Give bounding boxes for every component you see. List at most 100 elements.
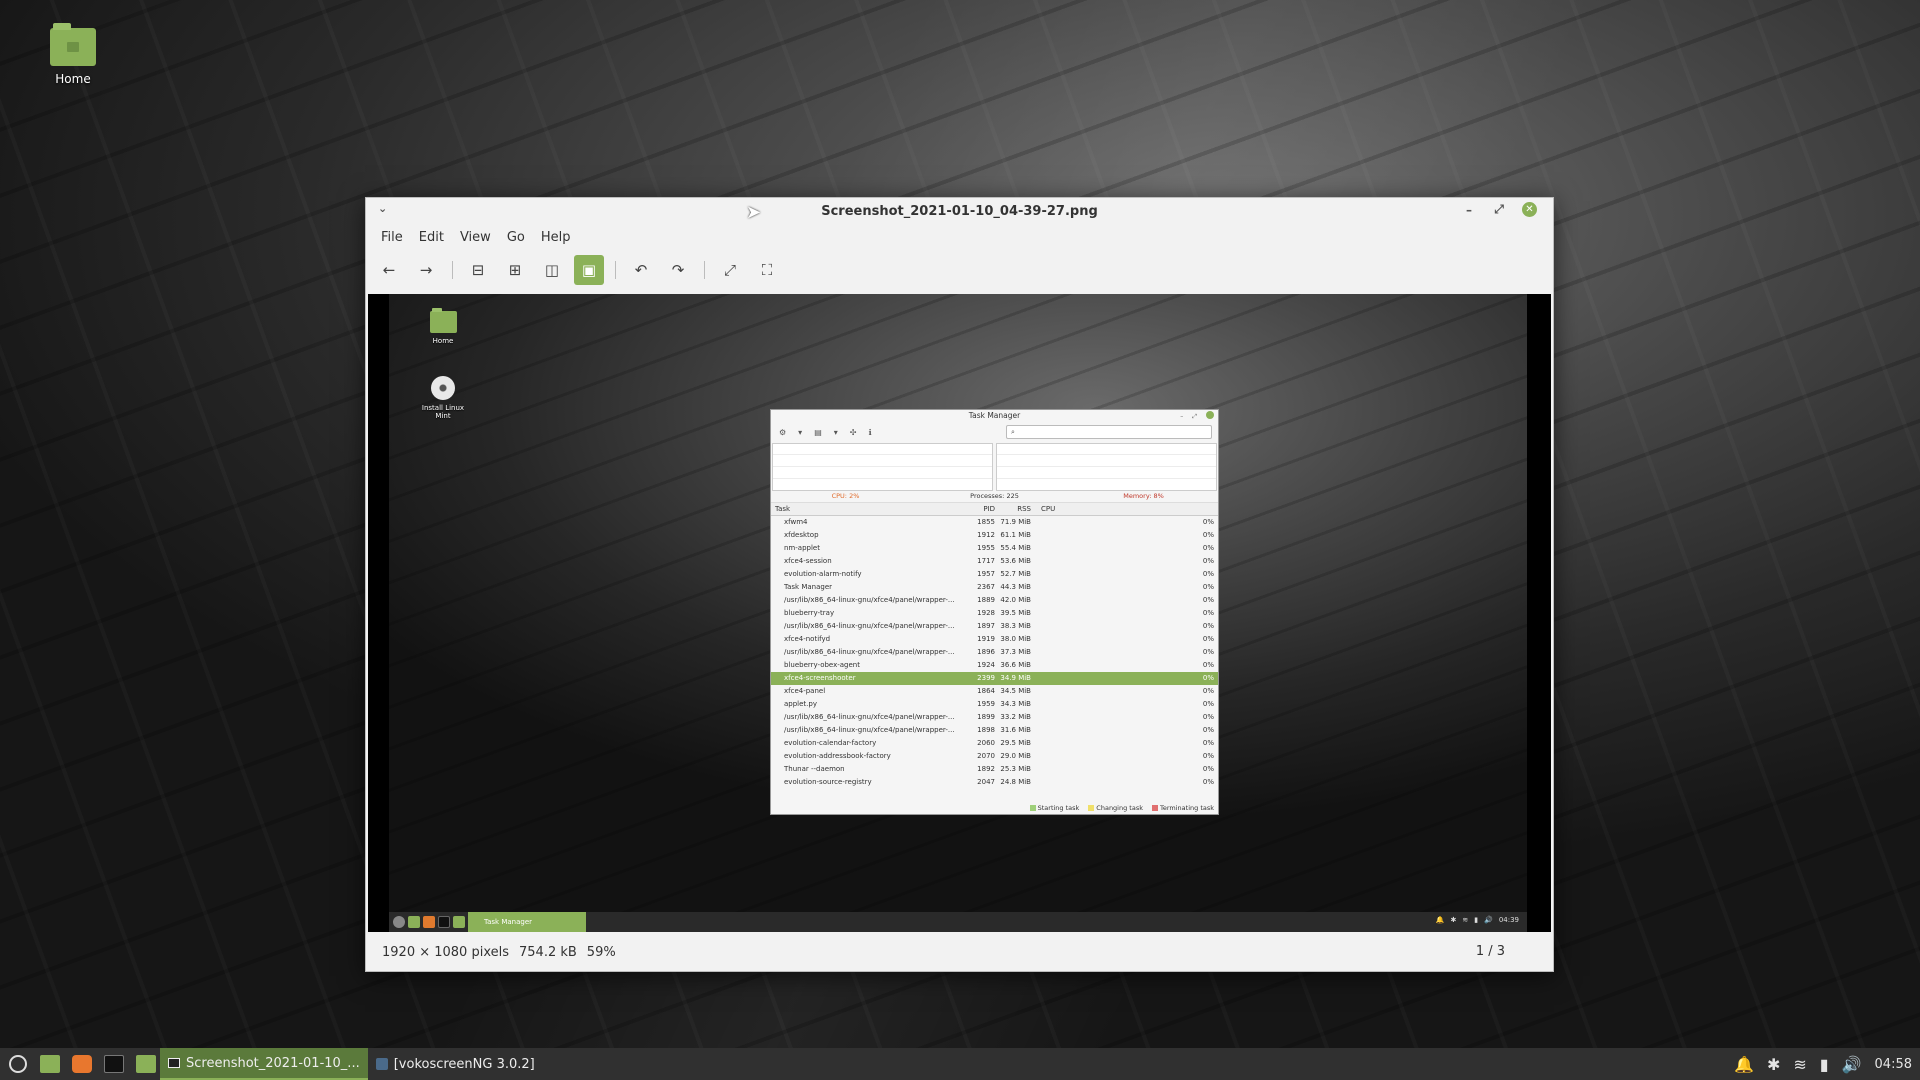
process-rss: 55.4 MiB xyxy=(1000,544,1031,552)
tm-legend: Starting task Changing task Terminating … xyxy=(1029,804,1214,812)
process-name: /usr/lib/x86_64-linux-gnu/xfce4/panel/wr… xyxy=(784,648,955,656)
tm-stats: CPU: 2% Processes: 225 Memory: 8% xyxy=(831,492,1164,500)
window-titlebar[interactable]: ⌄ Screenshot_2021-01-10_04-39-27.png – ⤢… xyxy=(366,198,1553,225)
slideshow-icon[interactable]: ⛶ xyxy=(752,255,782,285)
image-filesize: 754.2 kB xyxy=(519,944,577,960)
process-pid: 1889 xyxy=(977,596,995,604)
maximize-icon[interactable]: ⤢ xyxy=(1492,202,1506,217)
toolbar-separator xyxy=(615,261,616,279)
process-name: xfce4-panel xyxy=(784,687,826,695)
tm-process-row: xfce4-session 1717 53.6 MiB 0% xyxy=(771,555,1218,568)
process-rss: 34.5 MiB xyxy=(1000,687,1031,695)
zoom-in-icon[interactable]: ⊞ xyxy=(500,255,530,285)
clock[interactable]: 04:58 xyxy=(1875,1057,1912,1072)
tm-process-row: xfdesktop 1912 61.1 MiB 0% xyxy=(771,529,1218,542)
rotate-left-icon[interactable]: ↶ xyxy=(626,255,656,285)
minimize-icon[interactable]: – xyxy=(1462,203,1476,217)
process-name: /usr/lib/x86_64-linux-gnu/xfce4/panel/wr… xyxy=(784,726,955,734)
process-cpu: 0% xyxy=(1202,635,1214,643)
displayed-screenshot: Home Install Linux Mint Task Manager – ⤢ … xyxy=(389,294,1527,932)
menu-go[interactable]: Go xyxy=(500,228,532,250)
inner-home-icon: Home xyxy=(418,308,468,345)
tm-process-row: blueberry-obex-agent 1924 36.6 MiB 0% xyxy=(771,659,1218,672)
process-cpu: 0% xyxy=(1202,583,1214,591)
process-rss: 61.1 MiB xyxy=(1000,531,1031,539)
zoom-out-icon[interactable]: ⊟ xyxy=(463,255,493,285)
tm-process-row: /usr/lib/x86_64-linux-gnu/xfce4/panel/wr… xyxy=(771,724,1218,737)
notifications-icon[interactable]: 🔔 xyxy=(1734,1055,1754,1074)
cpu-graph xyxy=(772,443,993,491)
process-rss: 44.3 MiB xyxy=(1000,583,1031,591)
process-cpu: 0% xyxy=(1202,648,1214,656)
wifi-icon[interactable]: ≋ xyxy=(1793,1055,1806,1074)
process-pid: 1896 xyxy=(977,648,995,656)
process-rss: 37.3 MiB xyxy=(1000,648,1031,656)
menu-help[interactable]: Help xyxy=(534,228,578,250)
tm-process-row: xfce4-panel 1864 34.5 MiB 0% xyxy=(771,685,1218,698)
statusbar: 1920 × 1080 pixels 754.2 kB 59% 1 / 3 xyxy=(366,933,1553,971)
window-title: Screenshot_2021-01-10_04-39-27.png xyxy=(821,204,1098,219)
info-icon: ℹ xyxy=(868,427,872,437)
tm-process-row: xfce4-screenshooter 2399 34.9 MiB 0% xyxy=(771,672,1218,685)
process-pid: 2060 xyxy=(977,739,995,747)
process-name: xfce4-session xyxy=(784,557,832,565)
desktop-icon-home[interactable]: Home xyxy=(38,23,108,86)
process-pid: 1928 xyxy=(977,609,995,617)
tm-process-row: evolution-addressbook-factory 2070 29.0 Mi… xyxy=(771,750,1218,763)
process-pid: 1919 xyxy=(977,635,995,643)
process-pid: 1892 xyxy=(977,765,995,773)
process-rss: 34.3 MiB xyxy=(1000,700,1031,708)
process-pid: 1855 xyxy=(977,518,995,526)
process-pid: 2399 xyxy=(977,674,995,682)
process-cpu: 0% xyxy=(1202,726,1214,734)
process-cpu: 0% xyxy=(1202,674,1214,682)
process-rss: 71.9 MiB xyxy=(1000,518,1031,526)
zoom-fit-icon[interactable]: ▣ xyxy=(574,255,604,285)
window-menu-icon[interactable]: ⌄ xyxy=(378,202,387,215)
close-icon[interactable]: ✕ xyxy=(1522,202,1537,217)
battery-icon[interactable]: ▮ xyxy=(1820,1055,1829,1074)
terminal-icon[interactable] xyxy=(100,1048,128,1080)
forward-arrow-icon[interactable]: → xyxy=(411,255,441,285)
process-cpu: 0% xyxy=(1202,739,1214,747)
image-viewport[interactable]: Home Install Linux Mint Task Manager – ⤢ … xyxy=(368,294,1551,932)
tm-column-headers: Task PID RSS CPU xyxy=(771,502,1218,516)
zoom-normal-icon[interactable]: ◫ xyxy=(537,255,567,285)
memory-graph xyxy=(996,443,1217,491)
files-icon[interactable] xyxy=(132,1048,160,1080)
process-pid: 1897 xyxy=(977,622,995,630)
process-name: /usr/lib/x86_64-linux-gnu/xfce4/panel/wr… xyxy=(784,713,955,721)
rotate-right-icon[interactable]: ↷ xyxy=(663,255,693,285)
process-cpu: 0% xyxy=(1202,518,1214,526)
zoom-level: 59% xyxy=(586,944,616,960)
process-cpu: 0% xyxy=(1202,700,1214,708)
menu-file[interactable]: File xyxy=(374,228,410,250)
taskbar-window-screenshot[interactable]: Screenshot_2021-01-10_... xyxy=(160,1048,368,1080)
firefox-icon[interactable] xyxy=(68,1048,96,1080)
toolbar: ← → ⊟ ⊞ ◫ ▣ ↶ ↷ ⤢ ⛶ xyxy=(374,253,1545,287)
process-pid: 2070 xyxy=(977,752,995,760)
volume-icon[interactable]: 🔊 xyxy=(1842,1055,1862,1074)
menu-icon[interactable] xyxy=(4,1048,32,1080)
fullscreen-icon[interactable]: ⤢ xyxy=(715,255,745,285)
menu-view[interactable]: View xyxy=(453,228,498,250)
process-name: /usr/lib/x86_64-linux-gnu/xfce4/panel/wr… xyxy=(784,596,955,604)
crosshair-icon: ✣ xyxy=(849,427,857,437)
process-name: Task Manager xyxy=(784,583,833,591)
image-viewer-window: ⌄ Screenshot_2021-01-10_04-39-27.png – ⤢… xyxy=(365,197,1554,972)
tm-process-row: evolution-source-registry 2047 24.8 MiB 0% xyxy=(771,776,1218,789)
back-arrow-icon[interactable]: ← xyxy=(374,255,404,285)
tm-process-row: Task Manager 2367 44.3 MiB 0% xyxy=(771,581,1218,594)
toolbar-separator xyxy=(704,261,705,279)
tm-toolbar: ⚙ ▾ ▤ ▾ ✣ ℹ ⌕ xyxy=(771,421,1218,443)
taskbar: Screenshot_2021-01-10_... [vokoscreenNG … xyxy=(0,1048,1920,1080)
show-desktop-icon[interactable] xyxy=(36,1048,64,1080)
process-rss: 33.2 MiB xyxy=(1000,713,1031,721)
bluetooth-icon[interactable]: ✱ xyxy=(1767,1055,1780,1074)
process-name: blueberry-tray xyxy=(784,609,835,617)
menu-edit[interactable]: Edit xyxy=(412,228,451,250)
folder-icon xyxy=(429,308,457,333)
desktop-icon-label: Home xyxy=(55,72,91,86)
tm-process-row: xfce4-notifyd 1919 38.0 MiB 0% xyxy=(771,633,1218,646)
taskbar-window-vokoscreen[interactable]: [vokoscreenNG 3.0.2] xyxy=(368,1048,543,1080)
